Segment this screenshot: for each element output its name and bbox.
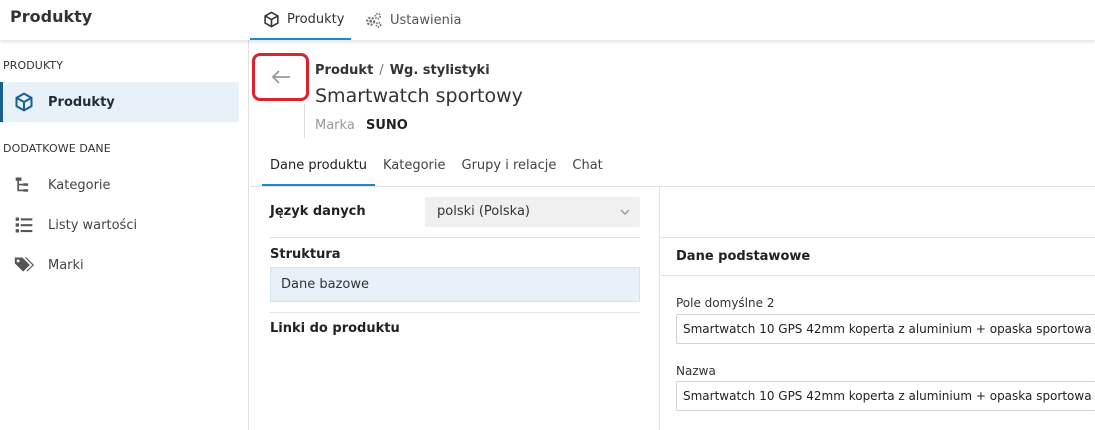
tab-dane-produktu[interactable]: Dane produktu [262, 150, 375, 186]
language-select[interactable]: polski (Polska) [425, 197, 640, 227]
default-field-2-input[interactable]: Smartwatch 10 GPS 42mm koperta z alumini… [676, 314, 1095, 344]
app-title: Produkty [10, 7, 93, 26]
top-bar: Produkty Produkty Ustawienia [0, 0, 1095, 40]
tab-produkty-label: Produkty [287, 11, 345, 27]
cube-icon [264, 11, 279, 27]
tab-grupy-relacje[interactable]: Grupy i relacje [454, 150, 565, 186]
brand-label: Marka [315, 118, 355, 133]
page-title: Smartwatch sportowy [315, 85, 523, 107]
language-label: Język danych [270, 204, 366, 219]
field-label: Pole domyślne 2 [676, 296, 775, 310]
sidebar-section-produkty: PRODUKTY [3, 59, 64, 72]
tab-ustawienia[interactable]: Ustawienia [364, 0, 461, 40]
gears-icon [366, 12, 382, 28]
tab-produkty[interactable]: Produkty [250, 0, 351, 40]
structure-label: Struktura [270, 247, 341, 262]
sidebar-item-produkty[interactable]: Produkty [0, 82, 239, 122]
breadcrumb-item[interactable]: Produkt [315, 63, 373, 78]
divider [270, 312, 640, 313]
breadcrumb-separator: / [379, 63, 384, 78]
tab-kategorie[interactable]: Kategorie [375, 150, 454, 186]
language-select-value: polski (Polska) [437, 204, 530, 219]
header-divider [304, 104, 305, 138]
breadcrumb: Produkt / Wg. stylistyki [315, 63, 490, 78]
brand-value: SUNO [366, 118, 408, 133]
list-icon [12, 213, 36, 237]
cube-icon [12, 90, 36, 114]
arrow-left-icon [271, 70, 290, 84]
sidebar-item-label: Marki [48, 257, 84, 273]
details-toolbar [661, 187, 1095, 238]
sidebar-section-dodatkowe: DODATKOWE DANE [3, 142, 111, 155]
back-button[interactable] [252, 53, 309, 101]
chevron-down-icon [620, 197, 630, 239]
sidebar: PRODUKTY Produkty DODATKOWE DANE Kategor… [0, 40, 249, 430]
tab-chat[interactable]: Chat [564, 150, 610, 186]
sidebar-item-label: Kategorie [48, 177, 111, 193]
sidebar-item-listy[interactable]: Listy wartości [0, 205, 239, 245]
tab-ustawienia-label: Ustawienia [390, 12, 462, 28]
sidebar-item-label: Produkty [48, 94, 115, 110]
sidebar-item-label: Listy wartości [48, 217, 138, 233]
field-label: Nazwa [676, 364, 716, 378]
breadcrumb-item[interactable]: Wg. stylistyki [390, 63, 490, 78]
links-label: Linki do produktu [270, 321, 400, 336]
sidebar-item-marki[interactable]: Marki [0, 245, 239, 285]
content-tabs: Dane produktu Kategorie Grupy i relacje … [262, 150, 611, 186]
tree-icon [12, 173, 36, 197]
sidebar-item-kategorie[interactable]: Kategorie [0, 165, 239, 205]
tags-icon [12, 253, 36, 277]
name-input[interactable]: Smartwatch 10 GPS 42mm koperta z alumini… [676, 381, 1095, 411]
section-title: Dane podstawowe [676, 249, 811, 264]
divider [270, 237, 640, 238]
structure-item-dane-bazowe[interactable]: Dane bazowe [270, 267, 640, 302]
